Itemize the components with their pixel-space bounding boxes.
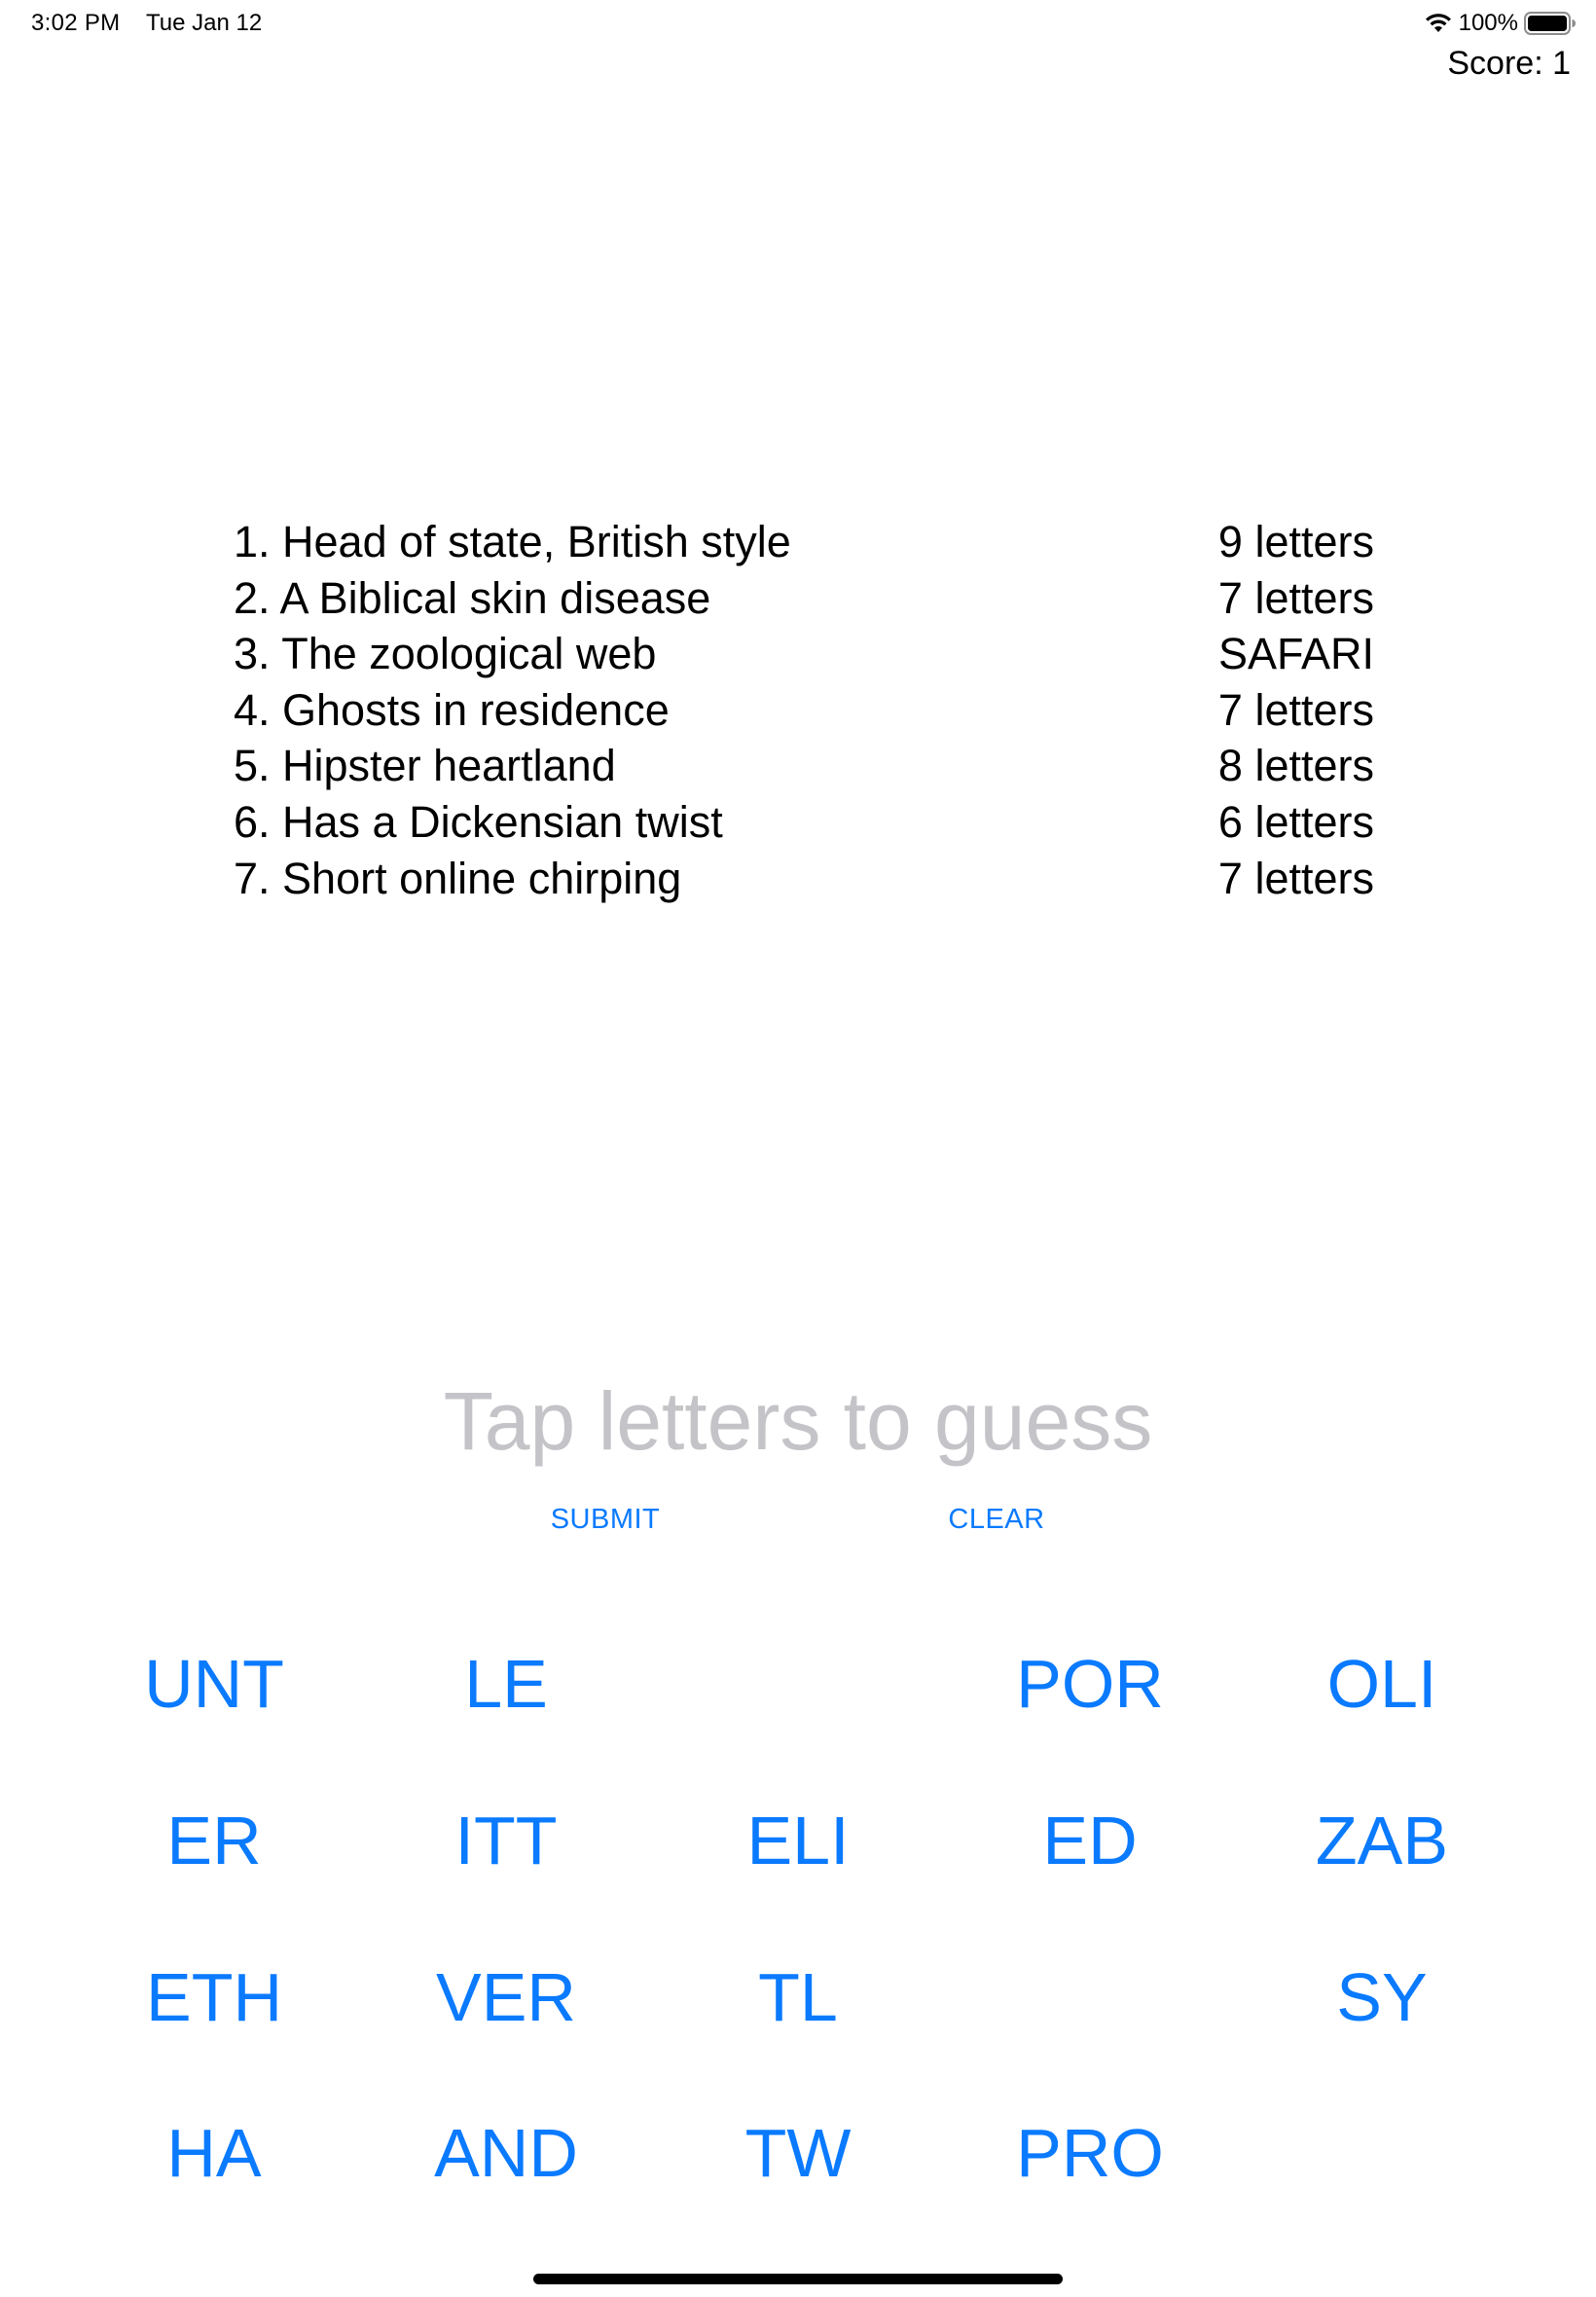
empty-tile-slot bbox=[652, 1606, 944, 1763]
clue-status: 7 letters bbox=[1217, 684, 1374, 735]
status-indicators: 100% bbox=[1424, 8, 1577, 39]
clue-list: 1. Head of state, British style 9 letters… bbox=[234, 514, 1374, 906]
letter-tile[interactable]: HA bbox=[68, 2075, 360, 2232]
guess-display: Tap letters to guess bbox=[443, 1375, 1153, 1467]
home-indicator[interactable] bbox=[533, 2274, 1063, 2284]
clue-text: 3. The zoological web bbox=[234, 629, 657, 679]
clue-row: 1. Head of state, British style 9 letters bbox=[234, 514, 1374, 570]
clue-text: 6. Has a Dickensian twist bbox=[234, 796, 723, 847]
clue-text: 4. Ghosts in residence bbox=[234, 684, 670, 735]
clue-row: 3. The zoological web SAFARI bbox=[234, 626, 1374, 682]
wifi-icon bbox=[1424, 12, 1453, 35]
battery-icon bbox=[1524, 11, 1577, 36]
letter-tile[interactable]: TW bbox=[652, 2075, 944, 2232]
clue-status: 9 letters bbox=[1217, 517, 1374, 566]
letter-tile[interactable]: ER bbox=[68, 1763, 360, 1919]
clue-row: 7. Short online chirping 7 letters bbox=[234, 851, 1374, 907]
letter-tile-grid: UNT LE POR OLI ER ITT ELI ED ZAB ETH VER TL SY HA AND T… bbox=[68, 1606, 1528, 2232]
letter-tile[interactable]: LE bbox=[360, 1606, 652, 1763]
clue-status: SAFARI bbox=[1217, 629, 1374, 679]
letter-tile[interactable]: ZAB bbox=[1236, 1763, 1528, 1919]
clue-text: 5. Hipster heartland bbox=[234, 741, 616, 791]
letter-tile[interactable]: AND bbox=[360, 2075, 652, 2232]
clue-text: 7. Short online chirping bbox=[234, 853, 682, 903]
battery-percent: 100% bbox=[1458, 10, 1518, 36]
letter-tile[interactable]: POR bbox=[944, 1606, 1236, 1763]
letter-tile[interactable]: ETH bbox=[68, 1918, 360, 2075]
clue-row: 4. Ghosts in residence 7 letters bbox=[234, 682, 1374, 739]
clue-status: 6 letters bbox=[1217, 796, 1374, 847]
clue-status: 8 letters bbox=[1217, 741, 1374, 791]
letter-tile[interactable]: TL bbox=[652, 1918, 944, 2075]
clear-button[interactable]: CLEAR bbox=[889, 1504, 1104, 1536]
status-bar: 3:02 PM Tue Jan 12 100% bbox=[0, 0, 1596, 49]
empty-tile-slot bbox=[944, 1918, 1236, 2075]
letter-tile[interactable]: VER bbox=[360, 1918, 652, 2075]
empty-tile-slot bbox=[1236, 2075, 1528, 2232]
submit-button[interactable]: SUBMIT bbox=[498, 1504, 712, 1536]
status-date: Tue Jan 12 bbox=[146, 10, 263, 36]
clue-row: 5. Hipster heartland 8 letters bbox=[234, 738, 1374, 794]
clue-status: 7 letters bbox=[1217, 853, 1374, 903]
score-label: Score: 1 bbox=[1447, 45, 1571, 82]
letter-tile[interactable]: ITT bbox=[360, 1763, 652, 1919]
clue-status: 7 letters bbox=[1217, 572, 1374, 623]
clue-row: 6. Has a Dickensian twist 6 letters bbox=[234, 794, 1374, 851]
status-time: 3:02 PM bbox=[31, 10, 121, 36]
letter-tile[interactable]: SY bbox=[1236, 1918, 1528, 2075]
clue-text: 1. Head of state, British style bbox=[234, 517, 791, 566]
letter-tile[interactable]: ELI bbox=[652, 1763, 944, 1919]
clue-text: 2. A Biblical skin disease bbox=[234, 572, 711, 623]
letter-tile[interactable]: UNT bbox=[68, 1606, 360, 1763]
letter-tile[interactable]: PRO bbox=[944, 2075, 1236, 2232]
letter-tile[interactable]: ED bbox=[944, 1763, 1236, 1919]
clue-row: 2. A Biblical skin disease 7 letters bbox=[234, 570, 1374, 627]
letter-tile[interactable]: OLI bbox=[1236, 1606, 1528, 1763]
